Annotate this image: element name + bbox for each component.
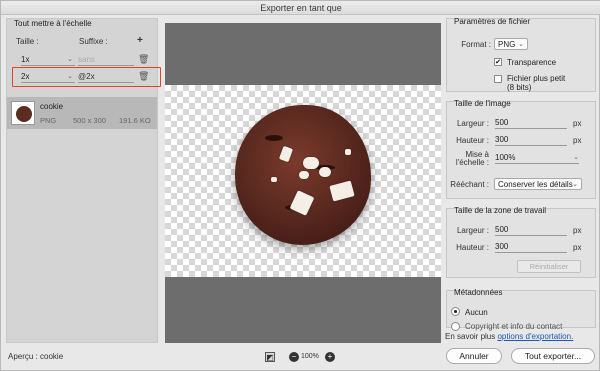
- file-params-title: Paramètres de fichier: [454, 17, 531, 26]
- asset-thumbnail: [11, 101, 35, 125]
- canvas-width-input[interactable]: 500: [495, 224, 567, 236]
- size-column-header: Taille :: [16, 37, 39, 46]
- chevron-down-icon: ⌄: [67, 56, 73, 63]
- scale-label: Mise à l'échelle :: [455, 150, 489, 167]
- learn-more-text: En savoir plus options d'exportation.: [445, 332, 574, 341]
- image-height-unit: px: [573, 136, 582, 145]
- image-width-input[interactable]: 500: [495, 117, 567, 129]
- format-label: Format :: [461, 40, 491, 49]
- asset-list-item[interactable]: cookie PNG 500 x 300 191.6 KO: [7, 97, 157, 129]
- metadata-copyright-label: Copyright et info du contact: [465, 322, 563, 331]
- smaller-file-sub: (8 bits): [507, 83, 532, 92]
- trash-icon[interactable]: 🗑: [138, 71, 149, 82]
- smaller-file-label: Fichier plus petit: [507, 74, 566, 83]
- preview-name: cookie: [40, 352, 64, 361]
- transparency-checkbox[interactable]: ✔: [494, 58, 502, 66]
- canvas-width-unit: px: [573, 226, 582, 235]
- scale-select[interactable]: 100% ⌄: [495, 152, 579, 164]
- image-height-input[interactable]: 300: [495, 134, 567, 146]
- canvas-height-unit: px: [573, 243, 582, 252]
- metadata-copyright-radio[interactable]: [451, 322, 460, 331]
- scale-row-highlighted: 2x ⌄ @2x 🗑: [12, 67, 161, 87]
- asset-format: PNG: [40, 116, 57, 125]
- export-as-dialog: Exporter en tant que Tout mettre à l'éch…: [0, 0, 600, 371]
- size-select[interactable]: 1x ⌄: [21, 53, 75, 66]
- chevron-down-icon: ⌄: [518, 41, 524, 48]
- metadata-none-label: Aucun: [465, 308, 488, 317]
- canvas-height-label: Hauteur :: [456, 243, 489, 252]
- metadata-none-radio[interactable]: [451, 307, 460, 316]
- chevron-down-icon: ⌄: [573, 154, 579, 161]
- canvas-width-label: Largeur :: [456, 226, 489, 235]
- chevron-down-icon: ⌄: [67, 73, 73, 80]
- size-select[interactable]: 2x ⌄: [21, 70, 75, 83]
- smaller-file-checkbox[interactable]: [494, 75, 502, 83]
- trash-icon[interactable]: 🗑: [138, 54, 149, 65]
- asset-name: cookie: [40, 102, 64, 111]
- chevron-down-icon: ⌄: [572, 181, 578, 188]
- preview-label: Aperçu : cookie: [8, 352, 64, 361]
- export-all-button[interactable]: Tout exporter...: [511, 348, 595, 364]
- asset-dimensions: 500 x 300: [73, 116, 106, 125]
- preview-canvas[interactable]: [165, 23, 441, 343]
- fit-to-screen-icon[interactable]: ◩: [265, 352, 275, 362]
- resample-select[interactable]: Conserver les détails ⌄: [494, 178, 582, 190]
- transparency-label: Transparence: [507, 58, 557, 67]
- suffix-column-header: Suffixe :: [79, 37, 108, 46]
- zoom-in-icon[interactable]: +: [325, 352, 335, 362]
- format-select[interactable]: PNG ⌄: [494, 38, 528, 50]
- cookie-image: [235, 105, 371, 245]
- learn-more-link[interactable]: options d'exportation.: [497, 332, 573, 341]
- transparency-checkerboard: [165, 85, 441, 277]
- zoom-controls: ◩ − 100% +: [263, 350, 337, 364]
- asset-filesize: 191.6 KO: [119, 116, 151, 125]
- zoom-out-icon[interactable]: −: [289, 352, 299, 362]
- resample-label: Rééchant :: [450, 180, 489, 189]
- image-size-title: Taille de l'image: [454, 99, 511, 108]
- cancel-button[interactable]: Annuler: [446, 348, 502, 364]
- metadata-title: Métadonnées: [454, 288, 503, 297]
- canvas-height-input[interactable]: 300: [495, 241, 567, 253]
- image-width-label: Largeur :: [456, 119, 489, 128]
- add-scale-button[interactable]: +: [137, 35, 143, 46]
- image-width-unit: px: [573, 119, 582, 128]
- reset-button[interactable]: Réinitialiser: [517, 260, 581, 273]
- canvas-size-title: Taille de la zone de travail: [454, 206, 547, 215]
- zoom-level: 100%: [301, 353, 319, 360]
- suffix-input[interactable]: @2x: [78, 70, 134, 83]
- scale-all-title: Tout mettre à l'échelle: [14, 19, 92, 28]
- image-height-label: Hauteur :: [456, 136, 489, 145]
- suffix-input[interactable]: sans: [78, 53, 134, 66]
- window-title: Exporter en tant que: [1, 1, 600, 15]
